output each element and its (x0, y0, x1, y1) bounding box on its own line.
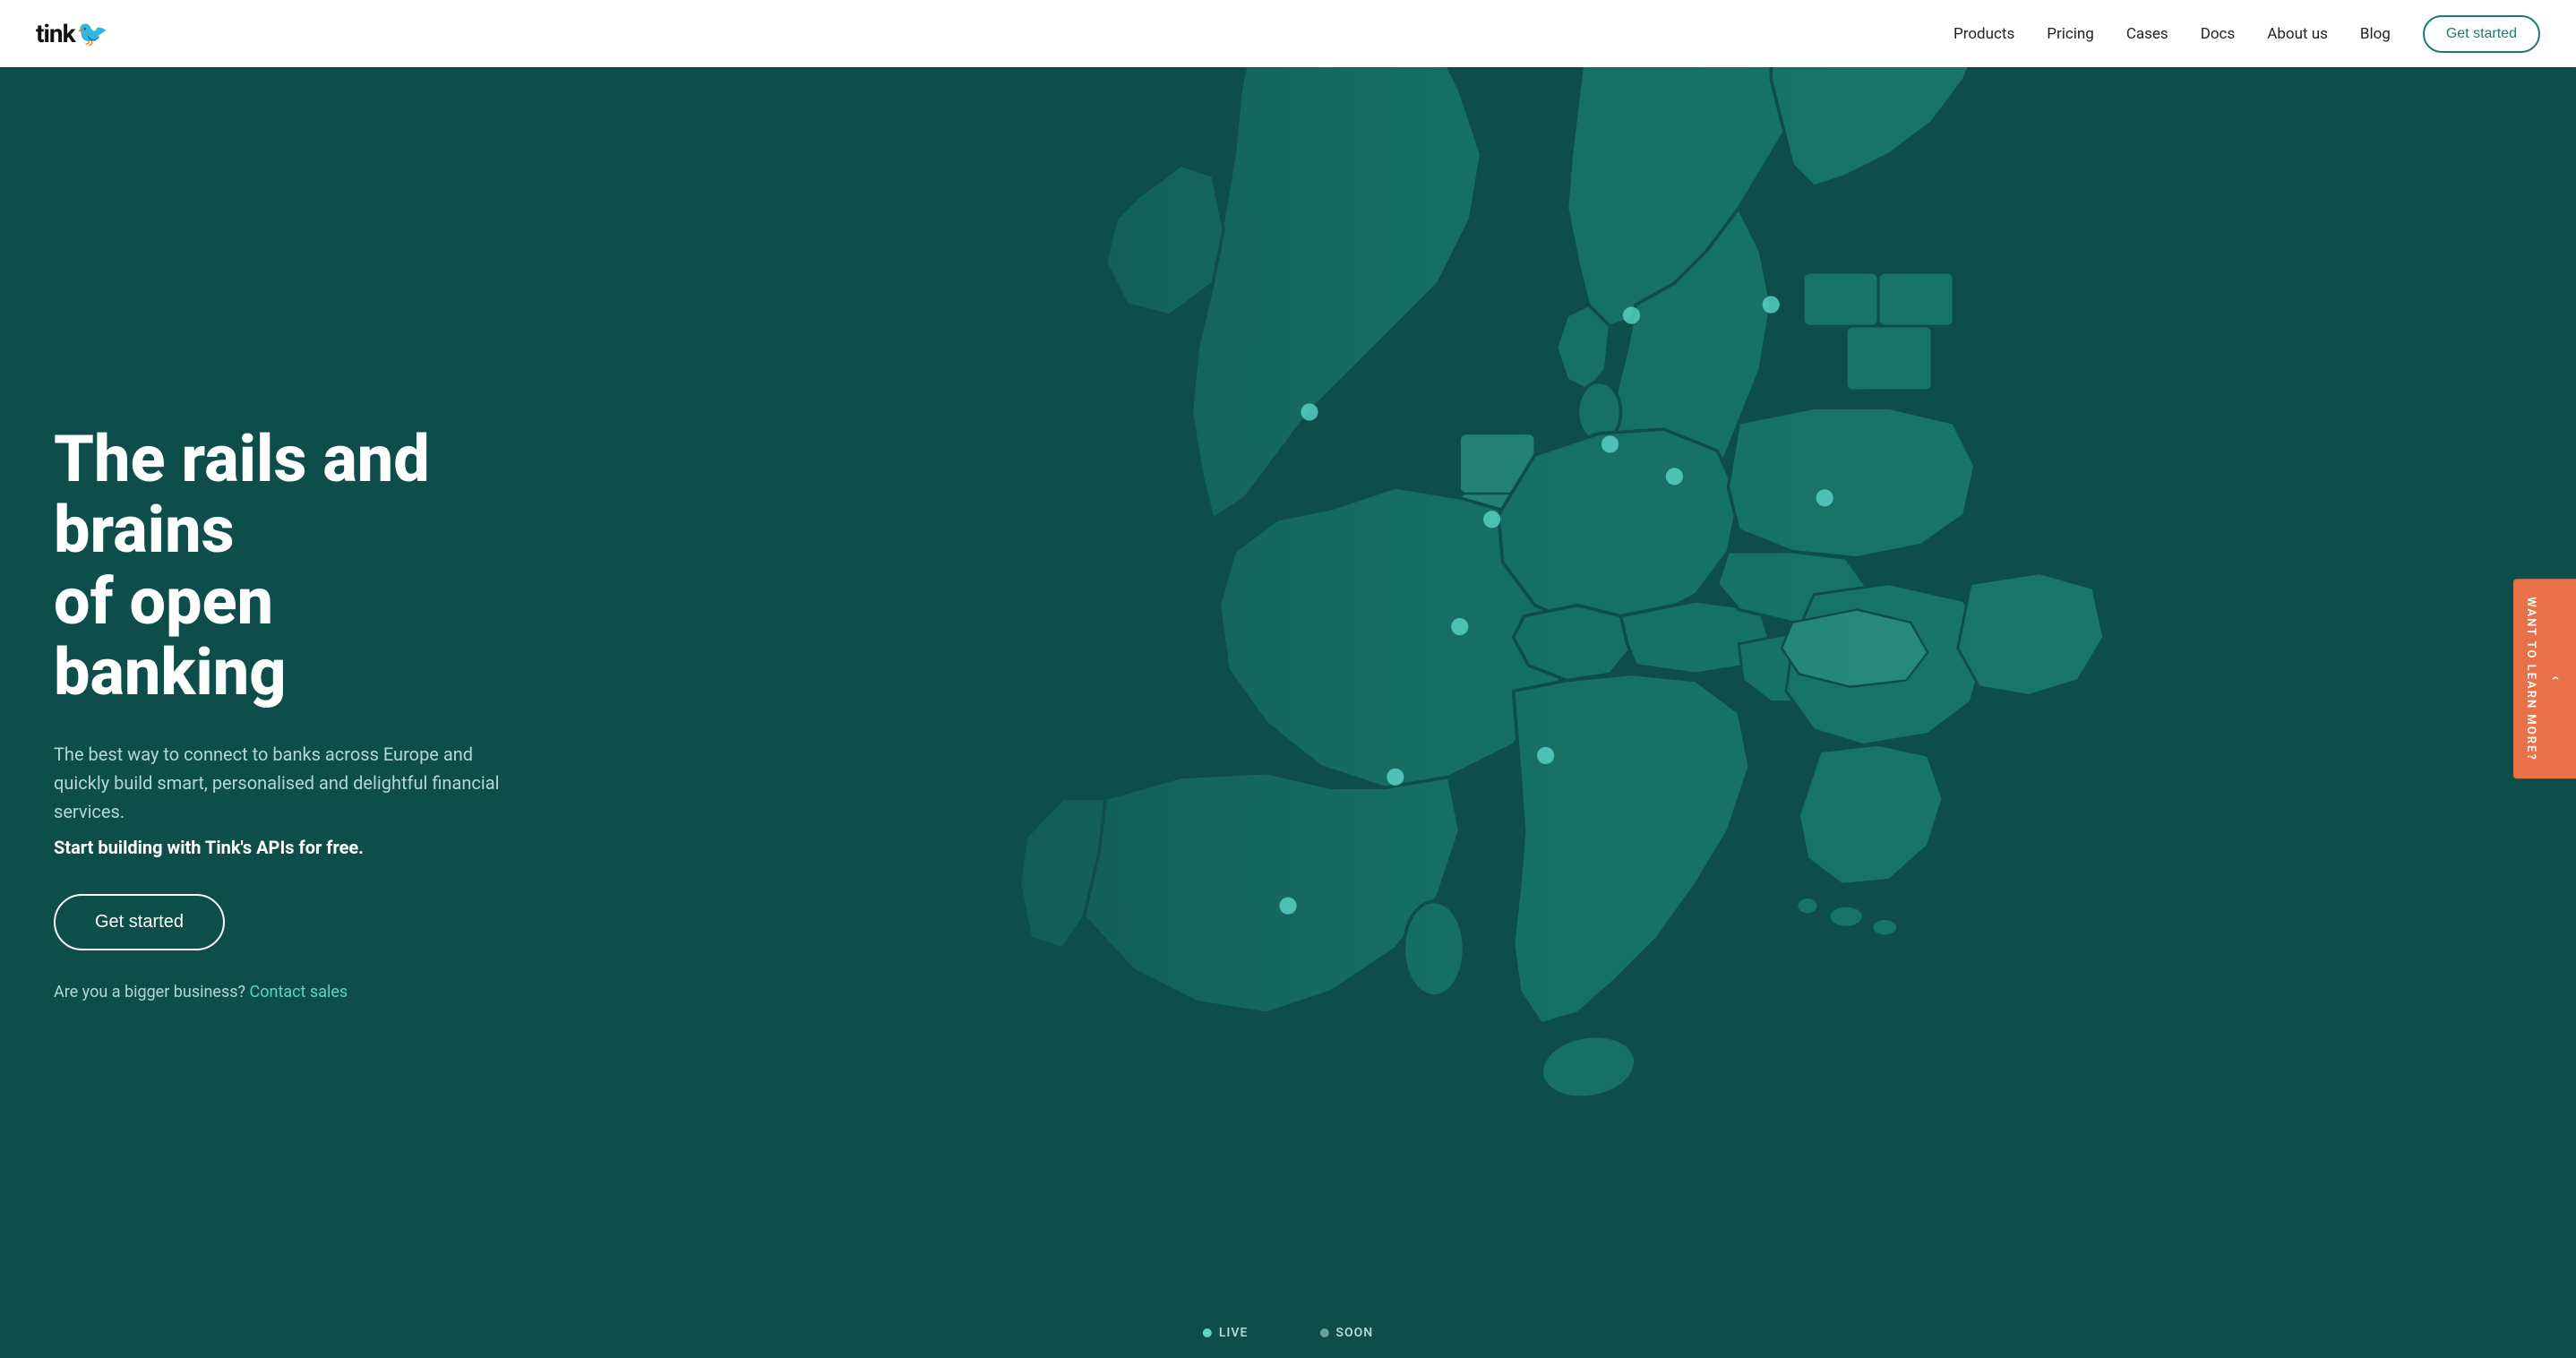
logo-bird-icon: 🐦 (77, 19, 108, 48)
legend-soon: SOON (1319, 1326, 1373, 1340)
hero-section: The rails and brains of open banking The… (0, 67, 2576, 1358)
hero-contact-text: Are you a bigger business? (54, 983, 245, 1001)
logo-text: tink (36, 19, 75, 48)
side-tab-label: WANT TO LEARN MORE? (2524, 597, 2537, 761)
navbar: tink 🐦 Products Pricing Cases Docs About… (0, 0, 2576, 67)
hero-content: The rails and brains of open banking The… (0, 352, 573, 1073)
hero-subtitle: The best way to connect to banks across … (54, 740, 519, 826)
legend-live: LIVE (1203, 1326, 1249, 1340)
legend-soon-label: SOON (1335, 1326, 1373, 1340)
contact-sales-link[interactable]: Contact sales (250, 983, 348, 1001)
hero-contact: Are you a bigger business? Contact sales (54, 983, 519, 1001)
hero-title: The rails and brains of open banking (54, 424, 519, 708)
legend-live-label: LIVE (1219, 1326, 1249, 1340)
legend-live-dot (1203, 1328, 1212, 1337)
logo[interactable]: tink 🐦 (36, 19, 107, 48)
nav-link-products[interactable]: Products (1953, 25, 2014, 43)
nav-link-about[interactable]: About us (2267, 25, 2328, 43)
nav-link-docs[interactable]: Docs (2201, 25, 2236, 43)
nav-links: Products Pricing Cases Docs About us Blo… (1953, 15, 2540, 53)
side-tab-learn-more[interactable]: ‹ WANT TO LEARN MORE? (2513, 579, 2576, 778)
hero-get-started-button[interactable]: Get started (54, 894, 225, 950)
nav-link-blog[interactable]: Blog (2360, 25, 2391, 43)
legend-soon-dot (1319, 1328, 1328, 1337)
hero-cta-text: Start building with Tink's APIs for free… (54, 837, 519, 858)
europe-map (644, 67, 2576, 1358)
map-legend: LIVE SOON (1203, 1326, 1373, 1340)
nav-link-cases[interactable]: Cases (2126, 25, 2168, 43)
nav-link-pricing[interactable]: Pricing (2047, 25, 2094, 43)
side-tab-arrow-icon: ‹ (2548, 675, 2565, 682)
nav-get-started-button[interactable]: Get started (2423, 15, 2540, 53)
